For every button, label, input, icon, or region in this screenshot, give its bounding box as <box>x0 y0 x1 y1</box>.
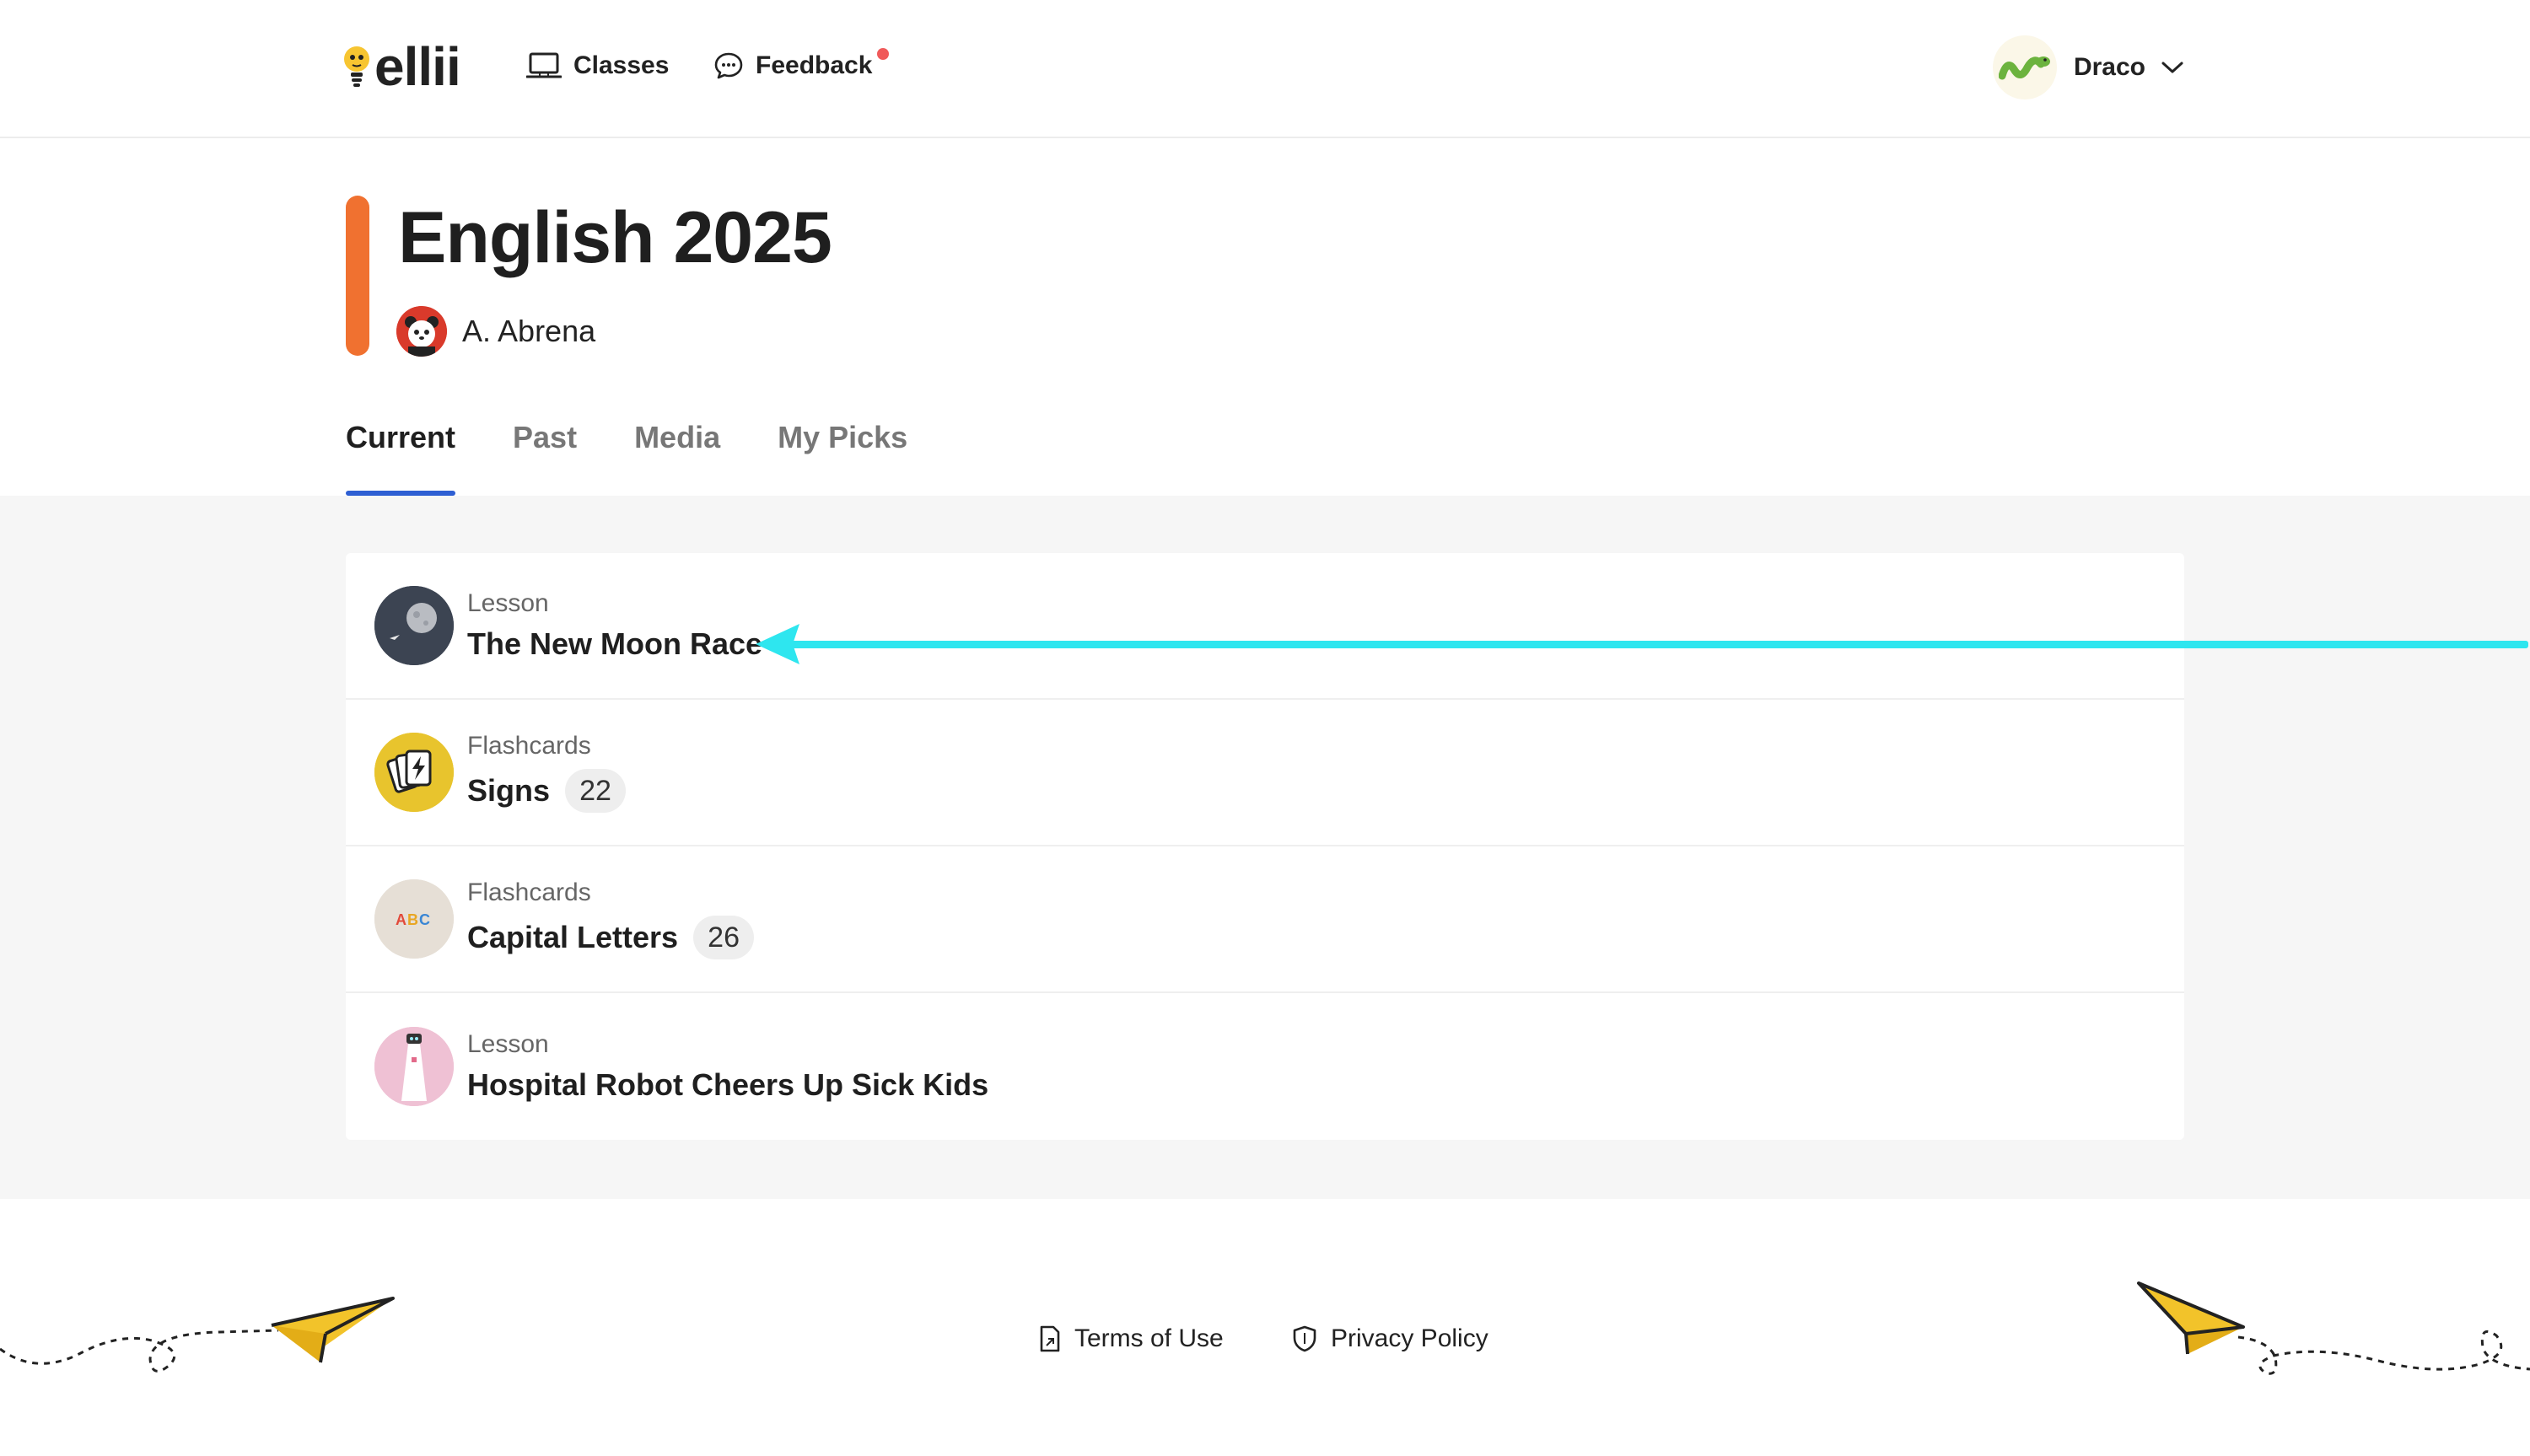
item-title[interactable]: Hospital Robot Cheers Up Sick Kids <box>467 1067 988 1103</box>
terms-of-use-link[interactable]: Terms of Use <box>1039 1322 1224 1356</box>
privacy-policy-label: Privacy Policy <box>1331 1324 1488 1352</box>
class-tabs: Current Past Media My Picks <box>346 416 965 496</box>
class-title: English 2025 <box>398 197 832 278</box>
logo-text: ellii <box>374 36 461 97</box>
tab-current[interactable]: Current <box>346 416 456 496</box>
annotation-arrow <box>756 622 2530 670</box>
paper-plane-right-decoration <box>2125 1276 2530 1407</box>
abc-thumbnail: A B C <box>374 879 454 959</box>
list-item[interactable]: Lesson Hospital Robot Cheers Up Sick Kid… <box>346 993 2184 1140</box>
svg-text:A: A <box>396 911 406 928</box>
terms-of-use-label: Terms of Use <box>1074 1324 1224 1352</box>
nav-classes-label: Classes <box>573 51 670 79</box>
chevron-down-icon <box>2161 60 2184 75</box>
privacy-policy-link[interactable]: Privacy Policy <box>1292 1322 1488 1356</box>
flashcards-lightning-thumbnail <box>374 733 454 812</box>
item-type: Flashcards <box>467 878 591 906</box>
item-type: Flashcards <box>467 732 591 760</box>
robot-thumbnail <box>374 1027 454 1106</box>
nav-feedback-label: Feedback <box>756 51 873 79</box>
class-color-bar <box>346 196 369 356</box>
snake-avatar <box>1992 35 2057 99</box>
user-name: Draco <box>2073 53 2145 81</box>
chat-bubble-icon <box>713 51 744 80</box>
notification-dot <box>877 48 889 60</box>
user-menu[interactable]: Draco <box>1992 35 2184 99</box>
item-type: Lesson <box>467 589 549 617</box>
laptop-icon <box>526 51 562 80</box>
lightbulb-icon <box>342 45 371 89</box>
panda-avatar <box>396 306 447 357</box>
nav-feedback[interactable]: Feedback <box>713 47 872 84</box>
paper-plane-left-decoration <box>0 1281 405 1395</box>
card-count-badge: 22 <box>565 769 627 813</box>
item-title[interactable]: Capital Letters <box>467 920 678 955</box>
svg-text:C: C <box>419 911 430 928</box>
moon-thumbnail <box>374 586 454 665</box>
tab-my-picks[interactable]: My Picks <box>778 416 907 496</box>
top-navbar: ellii Classes Feedback Draco <box>0 0 2530 138</box>
tab-past[interactable]: Past <box>513 416 577 496</box>
item-title[interactable]: The New Moon Race <box>467 626 762 662</box>
item-type: Lesson <box>467 1030 549 1058</box>
list-item[interactable]: A B C Flashcards Capital Letters 26 <box>346 846 2184 993</box>
document-icon <box>1039 1325 1061 1352</box>
ellii-logo[interactable]: ellii <box>342 36 461 97</box>
nav-classes[interactable]: Classes <box>526 47 669 84</box>
teacher-name: A. Abrena <box>462 314 596 348</box>
shield-icon <box>1292 1325 1317 1352</box>
svg-text:B: B <box>407 911 418 928</box>
teacher-info: A. Abrena <box>396 305 595 357</box>
item-title[interactable]: Signs <box>467 773 550 809</box>
card-count-badge: 26 <box>693 916 755 959</box>
list-item[interactable]: Flashcards Signs 22 <box>346 700 2184 846</box>
tab-media[interactable]: Media <box>634 416 720 496</box>
